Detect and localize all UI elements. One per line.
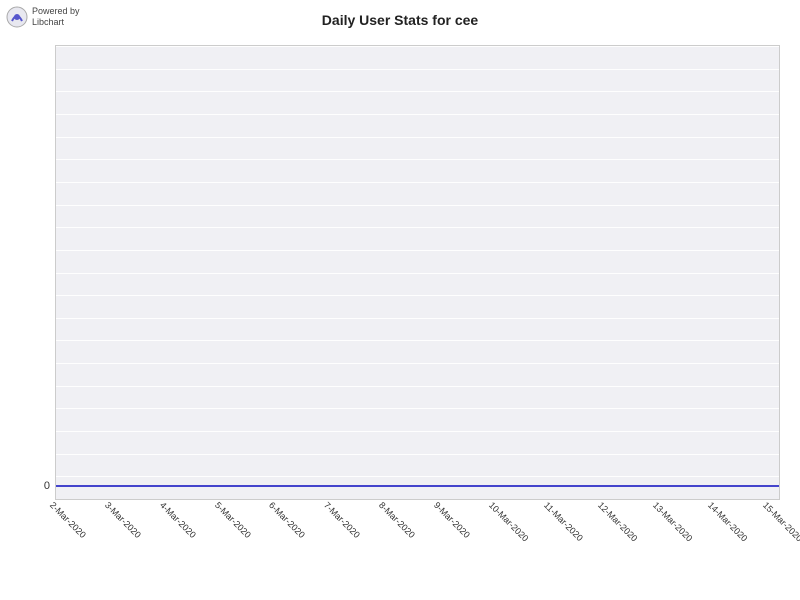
- grid-line: [56, 273, 779, 274]
- grid-line: [56, 69, 779, 70]
- grid-line: [56, 114, 779, 115]
- grid-line: [56, 205, 779, 206]
- x-axis: 2-Mar-20203-Mar-20204-Mar-20205-Mar-2020…: [55, 500, 780, 595]
- grid-line: [56, 227, 779, 228]
- x-axis-label: 9-Mar-2020: [432, 500, 448, 516]
- x-axis-label: 14-Mar-2020: [706, 500, 722, 516]
- grid-line: [56, 159, 779, 160]
- grid-line: [56, 182, 779, 183]
- grid-line: [56, 91, 779, 92]
- grid-line: [56, 340, 779, 341]
- grid-line: [56, 250, 779, 251]
- x-axis-label: 2-Mar-2020: [48, 500, 64, 516]
- grid-line: [56, 318, 779, 319]
- x-axis-label: 8-Mar-2020: [377, 500, 393, 516]
- grid-line: [56, 363, 779, 364]
- x-axis-label: 13-Mar-2020: [651, 500, 667, 516]
- y-axis-label-0: 0: [30, 480, 50, 492]
- grid-line: [56, 386, 779, 387]
- grid-line: [56, 454, 779, 455]
- x-axis-label: 6-Mar-2020: [267, 500, 283, 516]
- grid-line: [56, 46, 779, 47]
- y-axis: 0: [30, 45, 50, 500]
- chart-title: Daily User Stats for cee: [0, 12, 800, 28]
- x-axis-label: 10-Mar-2020: [487, 500, 503, 516]
- x-axis-label: 4-Mar-2020: [158, 500, 174, 516]
- x-axis-label: 15-Mar-2020: [761, 500, 777, 516]
- grid-line: [56, 137, 779, 138]
- x-axis-label: 12-Mar-2020: [596, 500, 612, 516]
- chart-area: [55, 45, 780, 500]
- chart-wrapper: Powered by Libchart Daily User Stats for…: [0, 0, 800, 600]
- grid-lines: [56, 46, 779, 499]
- grid-line: [56, 431, 779, 432]
- x-axis-label: 3-Mar-2020: [103, 500, 119, 516]
- x-axis-label: 11-Mar-2020: [542, 500, 558, 516]
- grid-line: [56, 476, 779, 477]
- x-axis-label: 5-Mar-2020: [212, 500, 228, 516]
- data-line: [56, 485, 779, 487]
- grid-line: [56, 295, 779, 296]
- x-axis-label: 7-Mar-2020: [322, 500, 338, 516]
- grid-line: [56, 408, 779, 409]
